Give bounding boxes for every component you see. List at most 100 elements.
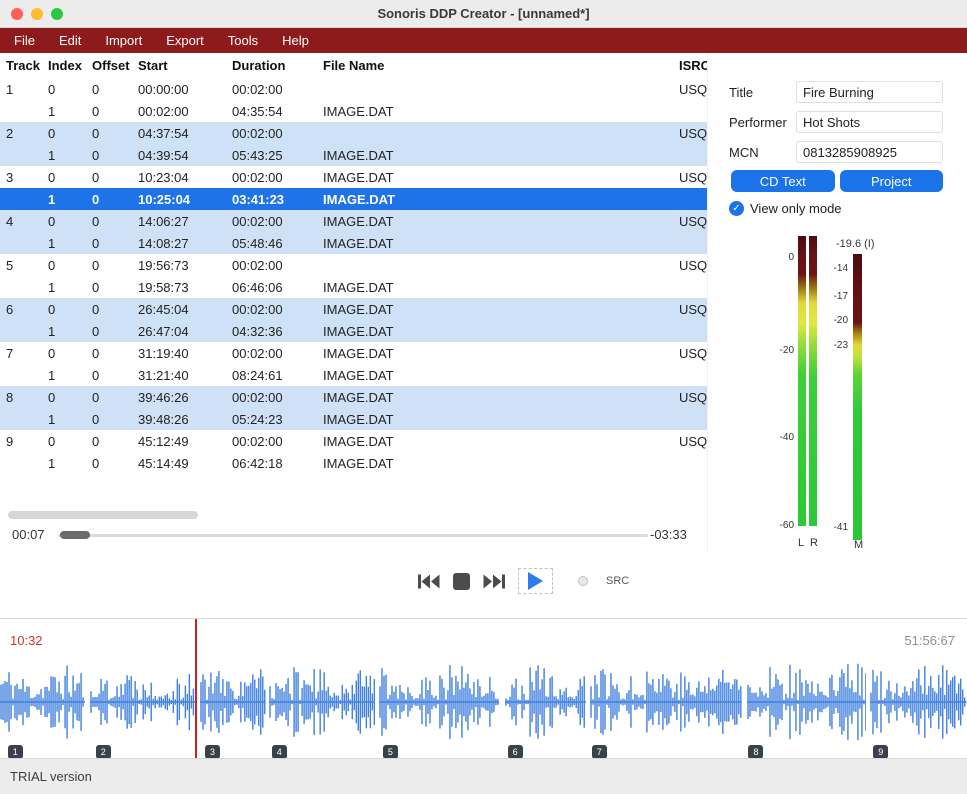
cell-filename: IMAGE.DAT	[323, 368, 679, 383]
performer-field-label: Performer	[729, 115, 796, 130]
cell-index: 0	[48, 346, 92, 361]
close-button[interactable]	[11, 8, 23, 20]
play-icon	[528, 572, 543, 590]
cell-filename: IMAGE.DAT	[323, 390, 679, 405]
m-scale-17: -17	[820, 291, 848, 302]
table-row[interactable]: 1 0 14:08:27 05:48:46 IMAGE.DAT	[0, 232, 707, 254]
waveform-segment[interactable]	[870, 656, 967, 748]
cell-offset: 0	[92, 302, 138, 317]
table-row[interactable]: 4 0 0 14:06:27 00:02:00 IMAGE.DAT USQ	[0, 210, 707, 232]
cell-index: 1	[48, 280, 92, 295]
cell-start: 19:56:73	[138, 258, 232, 273]
cell-offset: 0	[92, 104, 138, 119]
waveform-segment[interactable]	[0, 656, 85, 748]
stop-button[interactable]	[453, 573, 470, 590]
track-badge: 7	[592, 745, 607, 759]
track-badge: 4	[272, 745, 287, 759]
menu-export[interactable]: Export	[154, 28, 216, 53]
cell-isrc: USQ	[679, 434, 707, 449]
cell-index: 0	[48, 214, 92, 229]
cell-track: 5	[6, 258, 48, 273]
zoom-button[interactable]	[51, 8, 63, 20]
src-indicator[interactable]	[578, 576, 588, 586]
title-field[interactable]	[796, 81, 943, 103]
waveform-segment[interactable]	[379, 656, 499, 748]
table-row[interactable]: 3 0 0 10:23:04 00:02:00 IMAGE.DAT USQ	[0, 166, 707, 188]
mcn-field[interactable]	[796, 141, 943, 163]
table-row[interactable]: 1 0 0 00:00:00 00:02:00 USQ	[0, 78, 707, 100]
playhead[interactable]	[195, 619, 197, 759]
col-start: Start	[138, 58, 232, 73]
cell-filename: IMAGE.DAT	[323, 346, 679, 361]
menu-file[interactable]: File	[2, 28, 47, 53]
menu-import[interactable]: Import	[93, 28, 154, 53]
waveform-segment[interactable]	[747, 656, 867, 748]
cell-duration: 00:02:00	[232, 170, 323, 185]
waveform-segment[interactable]	[590, 656, 742, 748]
cell-duration: 00:02:00	[232, 390, 323, 405]
title-bar: Sonoris DDP Creator - [unnamed*]	[0, 0, 967, 28]
table-row[interactable]: 1 0 10:25:04 03:41:23 IMAGE.DAT	[0, 188, 707, 210]
play-button[interactable]	[518, 568, 553, 594]
cell-duration: 04:32:36	[232, 324, 323, 339]
cell-isrc: USQ	[679, 126, 707, 141]
cell-track: 2	[6, 126, 48, 141]
cell-duration: 05:43:25	[232, 148, 323, 163]
table-row[interactable]: 5 0 0 19:56:73 00:02:00 USQ	[0, 254, 707, 276]
waveform-lane[interactable]	[0, 656, 967, 748]
next-track-button[interactable]	[483, 574, 505, 589]
cell-start: 45:14:49	[138, 456, 232, 471]
table-row[interactable]: 1 0 19:58:73 06:46:06 IMAGE.DAT	[0, 276, 707, 298]
table-row[interactable]: 7 0 0 31:19:40 00:02:00 IMAGE.DAT USQ	[0, 342, 707, 364]
cell-duration: 00:02:00	[232, 214, 323, 229]
cell-filename: IMAGE.DAT	[323, 412, 679, 427]
waveform-segment[interactable]	[269, 656, 375, 748]
cell-track: 1	[6, 82, 48, 97]
cell-start: 19:58:73	[138, 280, 232, 295]
menu-tools[interactable]: Tools	[216, 28, 270, 53]
table-row[interactable]: 9 0 0 45:12:49 00:02:00 IMAGE.DAT USQ	[0, 430, 707, 452]
cell-filename: IMAGE.DAT	[323, 104, 679, 119]
waveform-segment[interactable]	[505, 656, 586, 748]
seek-slider-thumb[interactable]	[60, 531, 90, 539]
menu-edit[interactable]: Edit	[47, 28, 93, 53]
performer-field-row: Performer	[729, 111, 957, 133]
project-button[interactable]: Project	[840, 170, 944, 192]
track-badge: 3	[205, 745, 220, 759]
cell-start: 10:25:04	[138, 192, 232, 207]
channel-label-right: R	[810, 537, 818, 549]
status-text: TRIAL version	[10, 769, 92, 784]
cell-index: 1	[48, 236, 92, 251]
table-row[interactable]: 1 0 00:02:00 04:35:54 IMAGE.DAT	[0, 100, 707, 122]
menu-help[interactable]: Help	[270, 28, 321, 53]
table-row[interactable]: 2 0 0 04:37:54 00:02:00 USQ	[0, 122, 707, 144]
cell-filename: IMAGE.DAT	[323, 214, 679, 229]
cell-filename: IMAGE.DAT	[323, 280, 679, 295]
cell-start: 00:02:00	[138, 104, 232, 119]
table-row[interactable]: 6 0 0 26:45:04 00:02:00 IMAGE.DAT USQ	[0, 298, 707, 320]
cell-duration: 00:02:00	[232, 258, 323, 273]
cell-duration: 08:24:61	[232, 368, 323, 383]
performer-field[interactable]	[796, 111, 943, 133]
view-only-mode[interactable]: ✓ View only mode	[729, 201, 842, 216]
cd-text-button[interactable]: CD Text	[731, 170, 835, 192]
table-row[interactable]: 1 0 31:21:40 08:24:61 IMAGE.DAT	[0, 364, 707, 386]
cell-offset: 0	[92, 390, 138, 405]
cell-filename: IMAGE.DAT	[323, 192, 679, 207]
minimize-button[interactable]	[31, 8, 43, 20]
previous-track-button[interactable]	[418, 574, 440, 589]
cell-isrc: USQ	[679, 390, 707, 405]
table-row[interactable]: 1 0 45:14:49 06:42:18 IMAGE.DAT	[0, 452, 707, 474]
waveform-segment[interactable]	[90, 656, 195, 748]
horizontal-scrollbar[interactable]	[8, 511, 198, 519]
table-row[interactable]: 1 0 39:48:26 05:24:23 IMAGE.DAT	[0, 408, 707, 430]
cell-start: 00:00:00	[138, 82, 232, 97]
lr-scale-20: -20	[764, 345, 794, 356]
table-row[interactable]: 8 0 0 39:46:26 00:02:00 IMAGE.DAT USQ	[0, 386, 707, 408]
menu-bar: File Edit Import Export Tools Help	[0, 28, 967, 53]
table-row[interactable]: 1 0 26:47:04 04:32:36 IMAGE.DAT	[0, 320, 707, 342]
seek-slider-track[interactable]	[58, 534, 648, 537]
waveform-segment[interactable]	[200, 656, 266, 748]
table-row[interactable]: 1 0 04:39:54 05:43:25 IMAGE.DAT	[0, 144, 707, 166]
m-scale-20: -20	[820, 315, 848, 326]
